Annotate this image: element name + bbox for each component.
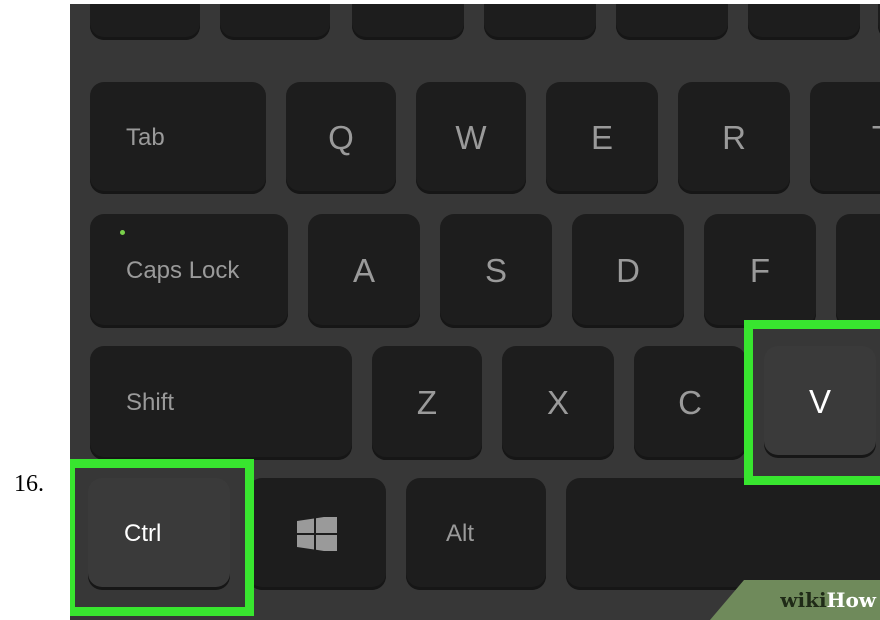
key-top-1	[90, 4, 200, 40]
key-top-4	[484, 4, 596, 40]
key-d: D	[572, 214, 684, 328]
watermark-how-text: How	[826, 588, 876, 612]
key-windows	[248, 478, 386, 590]
key-a-label: A	[352, 252, 375, 289]
key-z: Z	[372, 346, 482, 460]
key-d-label: D	[616, 252, 640, 289]
key-q-label: Q	[328, 119, 354, 156]
key-z-label: Z	[416, 384, 438, 421]
key-v: V	[764, 346, 876, 458]
key-c-label: C	[678, 384, 702, 421]
key-ctrl: Ctrl	[88, 478, 230, 590]
key-w-label: W	[455, 119, 487, 156]
key-e: E	[546, 82, 658, 194]
key-q: Q	[286, 82, 396, 194]
key-s: S	[440, 214, 552, 328]
key-c: C	[634, 346, 746, 460]
key-top-2	[220, 4, 330, 40]
key-shift: Shift	[90, 346, 352, 460]
key-r-label: R	[722, 119, 746, 156]
keyboard-illustration: Tab Q W E R T Caps Lock A S D F Shift Z …	[70, 4, 880, 620]
key-top-3	[352, 4, 464, 40]
key-x-label: X	[546, 384, 569, 421]
key-s-label: S	[484, 252, 507, 289]
step-number: 16.	[14, 471, 44, 497]
key-caps-lock: Caps Lock	[90, 214, 288, 328]
watermark-wiki-text: wiki	[780, 588, 827, 612]
key-spacebar	[566, 478, 880, 590]
key-ctrl-label: Ctrl	[124, 520, 162, 547]
key-alt: Alt	[406, 478, 546, 590]
key-top-5	[616, 4, 728, 40]
key-t-label: T	[810, 82, 880, 194]
key-tab-label: Tab	[126, 124, 165, 151]
key-tab: Tab	[90, 82, 266, 194]
key-a: A	[308, 214, 420, 328]
key-r: R	[678, 82, 790, 194]
key-f-label: F	[749, 252, 771, 289]
windows-logo-icon	[297, 517, 337, 551]
key-f: F	[704, 214, 816, 328]
key-w: W	[416, 82, 526, 194]
key-top-6	[748, 4, 860, 40]
key-v-label: V	[808, 383, 831, 420]
key-shift-label: Shift	[126, 389, 175, 416]
key-t: T	[810, 82, 880, 194]
key-caps-lock-label: Caps Lock	[126, 257, 240, 284]
key-x: X	[502, 346, 614, 460]
key-e-label: E	[590, 119, 613, 156]
key-g-partial	[836, 214, 880, 328]
key-alt-label: Alt	[446, 520, 475, 547]
